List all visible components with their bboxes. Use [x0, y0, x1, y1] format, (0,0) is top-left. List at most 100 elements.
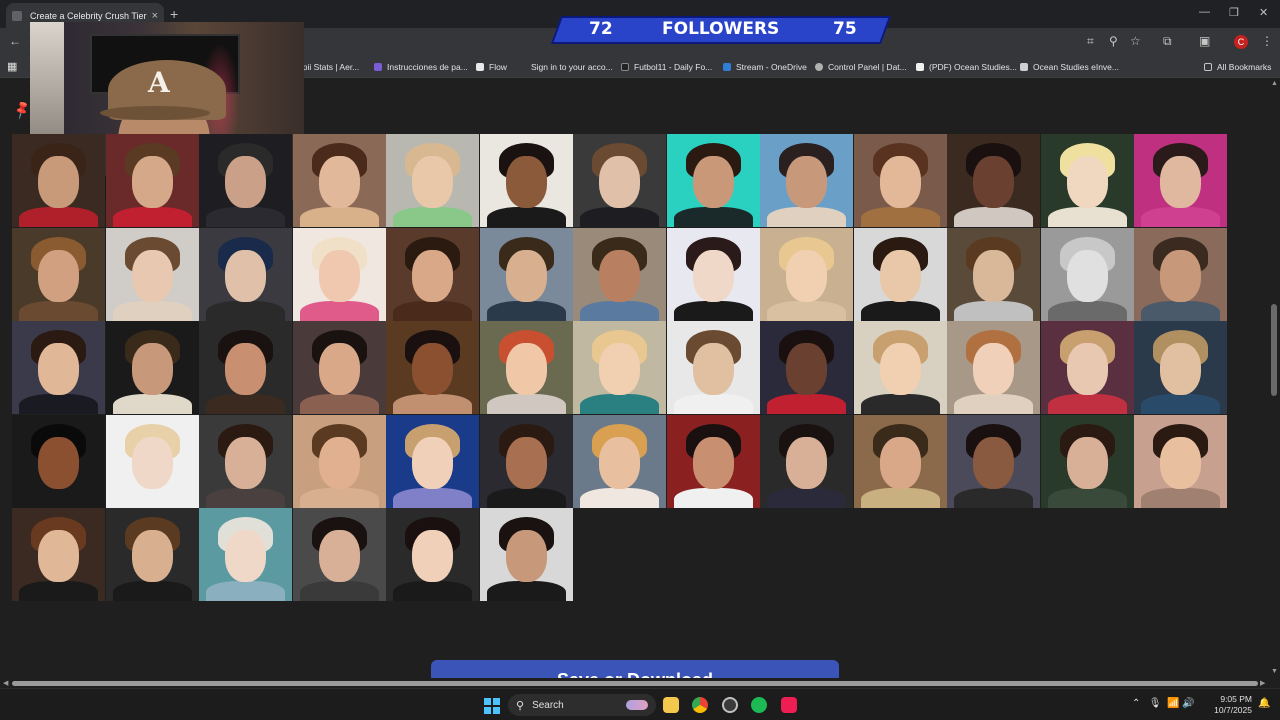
celebrity-photo-tile-3-7[interactable]: [573, 321, 666, 414]
celebrity-photo-tile-4-6[interactable]: [480, 415, 573, 508]
celebrity-photo-tile-1-5[interactable]: [386, 134, 479, 227]
scroll-up-icon[interactable]: ▲: [1271, 80, 1278, 87]
chrome-icon[interactable]: [692, 697, 708, 713]
celebrity-photo-tile-3-5[interactable]: [386, 321, 479, 414]
celebrity-photo-tile-2-2[interactable]: [106, 228, 199, 321]
celebrity-photo-tile-3-13[interactable]: [1134, 321, 1227, 414]
bookmark-item[interactable]: npii Stats | Aer...: [298, 62, 359, 72]
bookmark-item[interactable]: Stream - OneDrive: [723, 62, 807, 72]
taskbar-clock[interactable]: 9:05 PM 10/7/2025: [1210, 694, 1252, 716]
celebrity-photo-tile-4-7[interactable]: [573, 415, 666, 508]
celebrity-photo-tile-3-12[interactable]: [1041, 321, 1134, 414]
celebrity-photo-tile-2-8[interactable]: [667, 228, 760, 321]
celebrity-photo-tile-1-13[interactable]: [1134, 134, 1227, 227]
back-icon[interactable]: ←: [9, 34, 21, 48]
spotify-icon[interactable]: [751, 697, 767, 713]
celebrity-photo-tile-1-3[interactable]: [199, 134, 292, 227]
celebrity-photo-tile-1-9[interactable]: [760, 134, 853, 227]
celebrity-photo-tile-4-12[interactable]: [1041, 415, 1134, 508]
system-tray[interactable]: ⌃ 🎙 📶 🔊: [1132, 698, 1195, 709]
vertical-scrollbar[interactable]: ▲ ▼: [1268, 78, 1280, 680]
obs-icon[interactable]: [722, 697, 738, 713]
translate-icon[interactable]: ⌗: [1087, 34, 1094, 49]
taskbar-search[interactable]: ⚲ Search: [508, 694, 656, 716]
bookmark-item[interactable]: Ocean Studies eInve...: [1020, 62, 1119, 72]
zoom-icon[interactable]: ⚲: [1109, 34, 1118, 48]
bookmark-item[interactable]: Flow: [476, 62, 507, 72]
celebrity-photo-tile-4-5[interactable]: [386, 415, 479, 508]
celebrity-photo-tile-3-8[interactable]: [667, 321, 760, 414]
bookmark-item[interactable]: Instrucciones de pa...: [374, 62, 468, 72]
celebrity-photo-tile-2-7[interactable]: [573, 228, 666, 321]
horizontal-scrollbar[interactable]: ◀ ▶: [0, 678, 1268, 688]
celebrity-photo-tile-3-4[interactable]: [293, 321, 386, 414]
tab-close-icon[interactable]: ×: [152, 10, 158, 22]
celebrity-photo-tile-1-4[interactable]: [293, 134, 386, 227]
celebrity-photo-tile-4-2[interactable]: [106, 415, 199, 508]
extensions-icon[interactable]: ⧉: [1163, 34, 1172, 49]
celebrity-photo-tile-1-11[interactable]: [947, 134, 1040, 227]
minimize-button[interactable]: —: [1199, 6, 1210, 18]
horizontal-scroll-thumb[interactable]: [12, 681, 1258, 686]
celebrity-photo-tile-5-2[interactable]: [106, 508, 199, 601]
bookmark-item[interactable]: Control Panel | Dat...: [815, 62, 907, 72]
celebrity-photo-tile-4-1[interactable]: [12, 415, 105, 508]
star-icon[interactable]: ☆: [1130, 34, 1141, 48]
celebrity-photo-tile-4-9[interactable]: [760, 415, 853, 508]
celebrity-photo-tile-3-9[interactable]: [760, 321, 853, 414]
new-tab-button[interactable]: +: [170, 6, 178, 22]
celebrity-photo-tile-3-11[interactable]: [947, 321, 1040, 414]
bookmark-item[interactable]: Futbol11 - Daily Fo...: [621, 62, 712, 72]
celebrity-photo-tile-2-12[interactable]: [1041, 228, 1134, 321]
celebrity-photo-tile-1-2[interactable]: [106, 134, 199, 227]
celebrity-photo-tile-2-5[interactable]: [386, 228, 479, 321]
bookmark-item[interactable]: (PDF) Ocean Studies...: [916, 62, 1017, 72]
celebrity-photo-tile-3-6[interactable]: [480, 321, 573, 414]
notification-bell-icon[interactable]: 🔔: [1258, 698, 1270, 709]
celebrity-photo-tile-1-7[interactable]: [573, 134, 666, 227]
profile-icon[interactable]: C: [1234, 35, 1248, 49]
celebrity-photo-tile-2-3[interactable]: [199, 228, 292, 321]
celebrity-photo-tile-3-2[interactable]: [106, 321, 199, 414]
restore-button[interactable]: ❐: [1229, 6, 1239, 19]
celebrity-photo-tile-5-3[interactable]: [199, 508, 292, 601]
celebrity-photo-tile-5-6[interactable]: [480, 508, 573, 601]
celebrity-photo-tile-3-1[interactable]: [12, 321, 105, 414]
all-bookmarks-button[interactable]: All Bookmarks: [1204, 62, 1271, 72]
celebrity-photo-tile-2-9[interactable]: [760, 228, 853, 321]
celebrity-photo-tile-2-1[interactable]: [12, 228, 105, 321]
celebrity-photo-tile-1-1[interactable]: [12, 134, 105, 227]
sidebar-icon[interactable]: ▣: [1199, 34, 1210, 48]
celebrity-photo-tile-2-13[interactable]: [1134, 228, 1227, 321]
celebrity-photo-tile-2-4[interactable]: [293, 228, 386, 321]
tiktok-icon[interactable]: [781, 697, 797, 713]
celebrity-photo-tile-2-11[interactable]: [947, 228, 1040, 321]
celebrity-photo-tile-3-10[interactable]: [854, 321, 947, 414]
bookmark-item[interactable]: Sign in to your acco...: [518, 62, 613, 72]
menu-icon[interactable]: ⋮: [1261, 34, 1273, 48]
celebrity-photo-tile-4-3[interactable]: [199, 415, 292, 508]
celebrity-photo-tile-5-1[interactable]: [12, 508, 105, 601]
celebrity-photo-tile-5-5[interactable]: [386, 508, 479, 601]
celebrity-photo-tile-1-8[interactable]: [667, 134, 760, 227]
celebrity-photo-tile-4-10[interactable]: [854, 415, 947, 508]
celebrity-photo-tile-1-10[interactable]: [854, 134, 947, 227]
file-explorer-icon[interactable]: [663, 697, 679, 713]
apps-grid-icon[interactable]: ▦: [7, 60, 17, 73]
close-window-button[interactable]: ✕: [1259, 6, 1268, 19]
celebrity-photo-tile-4-11[interactable]: [947, 415, 1040, 508]
celebrity-photo-tile-5-4[interactable]: [293, 508, 386, 601]
save-download-button[interactable]: Save or Download: [431, 660, 839, 678]
celebrity-photo-tile-1-12[interactable]: [1041, 134, 1134, 227]
scroll-down-icon[interactable]: ▼: [1271, 668, 1278, 675]
celebrity-photo-tile-3-3[interactable]: [199, 321, 292, 414]
celebrity-photo-tile-4-4[interactable]: [293, 415, 386, 508]
celebrity-photo-tile-1-6[interactable]: [480, 134, 573, 227]
scroll-right-icon[interactable]: ▶: [1260, 679, 1265, 687]
scroll-left-icon[interactable]: ◀: [3, 679, 8, 687]
windows-start-icon[interactable]: [484, 698, 500, 714]
celebrity-photo-tile-4-8[interactable]: [667, 415, 760, 508]
vertical-scroll-thumb[interactable]: [1271, 304, 1277, 396]
celebrity-photo-tile-2-6[interactable]: [480, 228, 573, 321]
celebrity-photo-tile-4-13[interactable]: [1134, 415, 1227, 508]
